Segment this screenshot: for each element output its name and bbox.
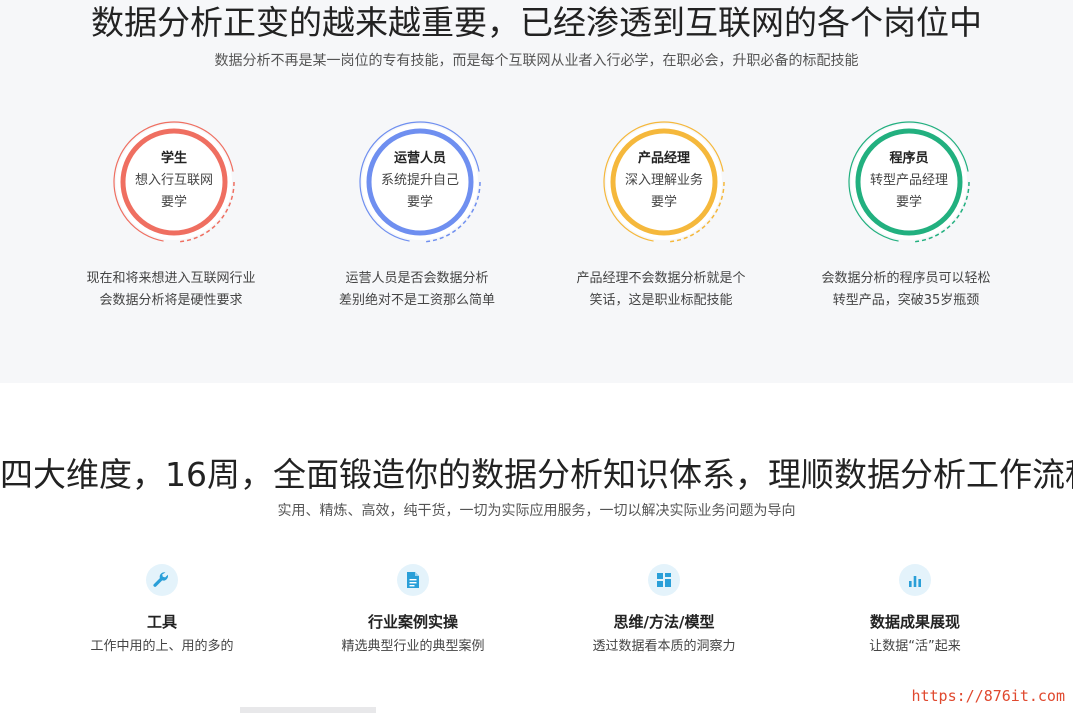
role-desc-line: 转型产品，突破35岁瓶颈 [832,293,980,308]
role-card-student: 学生 想入行互联网 要学 现在和将来想进入互联网行业 会数据分析将是硬性要求 [51,120,291,320]
bar-chart-icon [899,564,931,596]
role-description: 会数据分析的程序员可以轻松 转型产品，突破35岁瓶颈 [786,268,1026,312]
feature-desc: 透过数据看本质的洞察力 [592,639,736,654]
role-must-learn: 要学 [895,195,922,210]
role-name: 学生 [160,151,187,166]
role-desc-line: 会数据分析的程序员可以轻松 [821,271,991,286]
role-must-learn: 要学 [650,195,677,210]
watermark-link[interactable]: https://876it.com [911,687,1065,705]
grid-icon [648,564,680,596]
role-desc-line: 产品经理不会数据分析就是个 [576,271,746,286]
role-description: 产品经理不会数据分析就是个 笑话，这是职业标配技能 [541,268,781,312]
document-icon [397,564,429,596]
role-name: 产品经理 [637,151,690,166]
role-must-learn: 要学 [160,195,187,210]
role-must-learn: 要学 [406,195,433,210]
section-title: 数据分析正变的越来越重要，已经渗透到互联网的各个岗位中 [91,3,982,42]
feature-title: 工具 [146,613,177,631]
feature-desc: 精选典型行业的典型案例 [341,639,485,654]
role-description: 运营人员是否会数据分析 差别绝对不是工资那么简单 [297,268,537,312]
role-desc-line: 笑话，这是职业标配技能 [589,293,733,308]
feature-title: 数据成果展现 [869,613,960,631]
role-card-operations: 运营人员 系统提升自己 要学 运营人员是否会数据分析 差别绝对不是工资那么简单 [297,120,537,320]
role-desc-line: 差别绝对不是工资那么简单 [338,293,495,308]
role-tagline: 想入行互联网 [134,173,213,188]
feature-title: 思维/方法/模型 [613,613,715,631]
role-desc-line: 会数据分析将是硬性要求 [99,293,243,308]
role-name: 运营人员 [393,151,446,166]
role-desc-line: 现在和将来想进入互联网行业 [86,271,256,286]
feature-desc: 让数据“活”起来 [869,639,961,654]
curriculum-title: 四大维度，16周，全面锻造你的数据分析知识体系，理顺数据分析工作流程 [0,455,1073,494]
feature-tools: 工具 工作中用的上、用的多的 [52,562,272,672]
role-description: 现在和将来想进入互联网行业 会数据分析将是硬性要求 [51,268,291,312]
role-name: 程序员 [889,151,929,166]
feature-title: 行业案例实操 [367,613,458,631]
scroll-hint-bar [240,707,376,713]
role-desc-line: 运营人员是否会数据分析 [345,271,489,286]
role-tagline: 系统提升自己 [380,173,459,188]
feature-data-presentation: 数据成果展现 让数据“活”起来 [805,562,1025,672]
feature-thinking-methods: 思维/方法/模型 透过数据看本质的洞察力 [554,562,774,672]
curriculum-subtitle: 实用、精炼、高效，纯干货，一切为实际应用服务，一切以解决实际业务问题为导向 [277,503,796,519]
role-tagline: 转型产品经理 [869,173,948,188]
roles-section: 数据分析正变的越来越重要，已经渗透到互联网的各个岗位中 数据分析不再是某一岗位的… [0,0,1073,383]
section-subtitle: 数据分析不再是某一岗位的专有技能，而是每个互联网从业者入行必学，在职必会，升职必… [214,53,859,69]
feature-desc: 工作中用的上、用的多的 [90,639,234,654]
role-tagline: 深入理解业务 [624,173,703,188]
role-card-programmer: 程序员 转型产品经理 要学 会数据分析的程序员可以轻松 转型产品，突破35岁瓶颈 [786,120,1026,320]
wrench-icon [146,564,178,596]
role-card-product-manager: 产品经理 深入理解业务 要学 产品经理不会数据分析就是个 笑话，这是职业标配技能 [541,120,781,320]
feature-industry-cases: 行业案例实操 精选典型行业的典型案例 [303,562,523,672]
